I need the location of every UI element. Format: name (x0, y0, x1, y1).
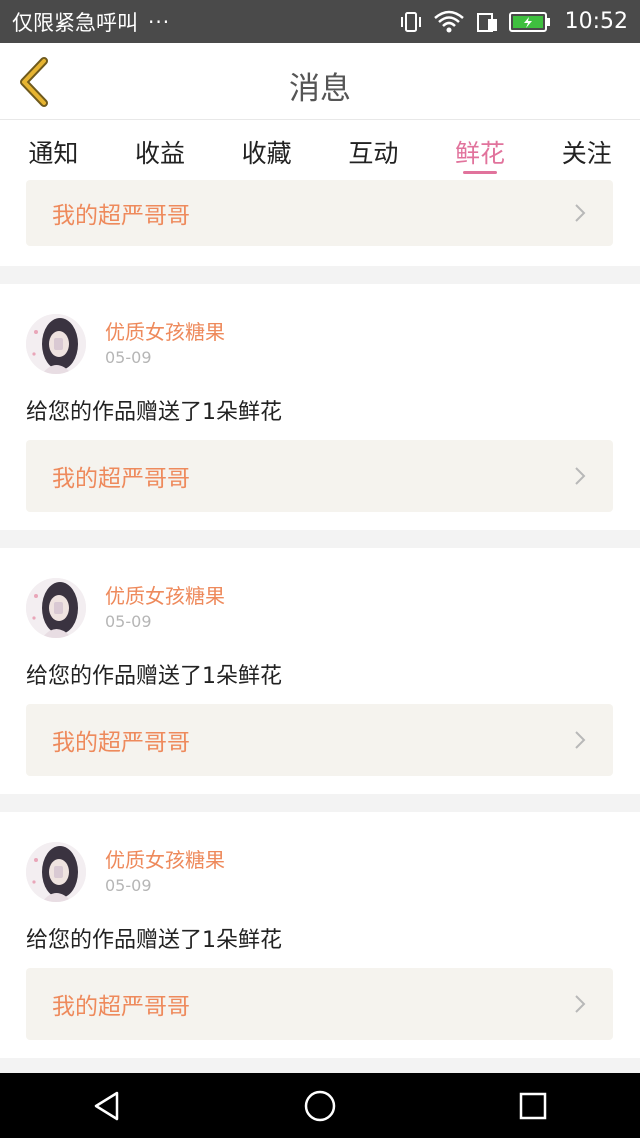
status-left: 仅限紧急呼叫 ··· (12, 7, 170, 37)
message-date: 05-09 (105, 876, 152, 895)
divider (0, 530, 640, 548)
message-text: 给您的作品赠送了1朵鲜花 (26, 400, 282, 425)
back-triangle-icon (94, 1091, 118, 1120)
page-title: 消息 (289, 71, 351, 107)
tab-interactions[interactable]: 互动 (320, 120, 427, 180)
avatar-image (26, 578, 86, 638)
divider (0, 794, 640, 812)
tab-notifications[interactable]: 通知 (0, 120, 107, 180)
work-title: 我的超严哥哥 (52, 203, 190, 229)
message-date: 05-09 (105, 612, 152, 631)
work-title: 我的超严哥哥 (52, 994, 190, 1020)
top-bar: 消息 (0, 43, 640, 120)
tab-following[interactable]: 关注 (533, 120, 640, 180)
tab-flowers[interactable]: 鲜花 (427, 120, 534, 180)
battery-icon (508, 11, 550, 32)
status-right: 10:52 (399, 9, 628, 34)
carrier-text: 仅限紧急呼叫 (12, 10, 138, 35)
divider (0, 266, 640, 284)
recents-square-icon (520, 1092, 547, 1119)
sender-name[interactable]: 优质女孩糖果 (105, 316, 225, 345)
wifi-icon (433, 10, 464, 32)
nav-recents-button[interactable] (503, 1076, 563, 1136)
home-circle-icon (304, 1090, 336, 1121)
message-card: 优质女孩糖果 05-09 给您的作品赠送了1朵鲜花 我的超严哥哥 (0, 284, 640, 530)
vibrate-icon (400, 11, 421, 32)
avatar[interactable] (26, 842, 86, 902)
work-title: 我的超严哥哥 (52, 730, 190, 756)
tab-favorites[interactable]: 收藏 (213, 120, 320, 180)
sim-icon (476, 12, 497, 32)
avatar-image (26, 842, 86, 902)
work-title: 我的超严哥哥 (52, 466, 190, 492)
nav-home-button[interactable] (290, 1076, 350, 1136)
status-bar: 仅限紧急呼叫 ··· 10:52 (0, 0, 640, 43)
work-link[interactable]: 我的超严哥哥 (26, 440, 613, 512)
avatar[interactable] (26, 314, 86, 374)
chevron-right-icon (575, 467, 586, 485)
work-link[interactable]: 我的超严哥哥 (26, 180, 613, 246)
message-text: 给您的作品赠送了1朵鲜花 (26, 928, 282, 953)
work-link[interactable]: 我的超严哥哥 (26, 968, 613, 1040)
chevron-right-icon (575, 731, 586, 749)
nav-back-button[interactable] (77, 1076, 137, 1136)
chevron-right-icon (575, 995, 586, 1013)
chevron-right-icon (575, 204, 586, 222)
message-date: 05-09 (105, 348, 152, 367)
divider (0, 1058, 640, 1073)
message-card: 优质女孩糖果 05-09 给您的作品赠送了1朵鲜花 我的超严哥哥 (0, 548, 640, 794)
avatar[interactable] (26, 578, 86, 638)
message-text: 给您的作品赠送了1朵鲜花 (26, 664, 282, 689)
sender-name[interactable]: 优质女孩糖果 (105, 844, 225, 873)
more-notifications-indicator: ··· (148, 9, 171, 34)
message-card: 优质女孩糖果 05-09 给您的作品赠送了1朵鲜花 我的超严哥哥 (0, 812, 640, 1058)
tab-earnings[interactable]: 收益 (107, 120, 214, 180)
message-card: 我的超严哥哥 (0, 180, 640, 266)
sender-name[interactable]: 优质女孩糖果 (105, 580, 225, 609)
work-link[interactable]: 我的超严哥哥 (26, 704, 613, 776)
system-nav-bar (0, 1073, 640, 1138)
avatar-image (26, 314, 86, 374)
message-list[interactable]: 我的超严哥哥 优质女孩糖果 05-09 给您的作品赠送了1朵鲜花 我的超严哥哥 (0, 180, 640, 1073)
clock: 10:52 (564, 9, 628, 34)
tab-bar: 通知 收益 收藏 互动 鲜花 关注 (0, 120, 640, 180)
